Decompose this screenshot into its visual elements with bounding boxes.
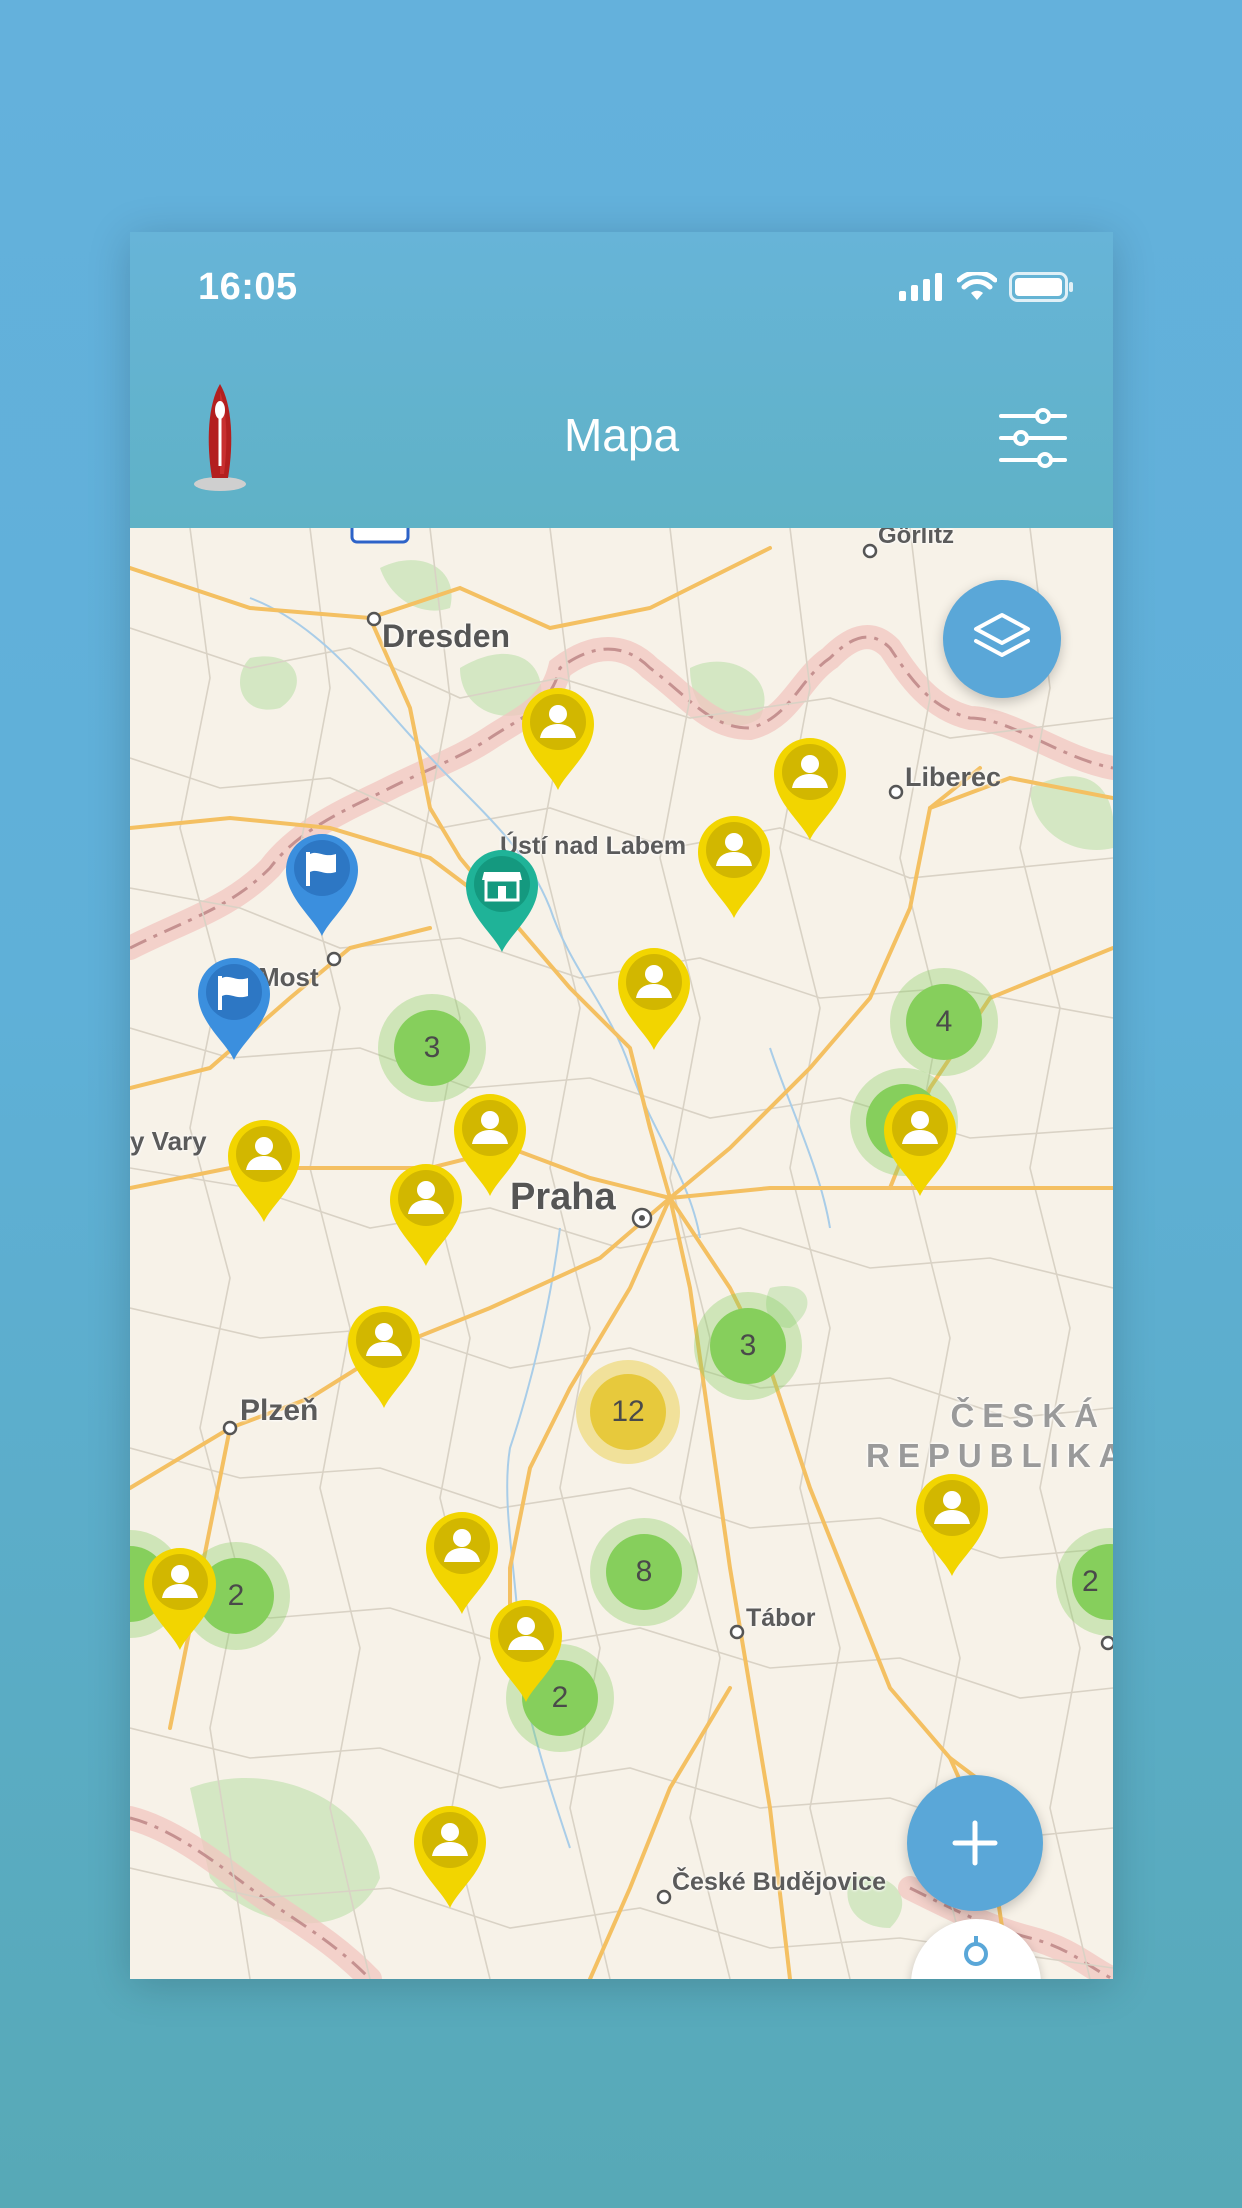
battery-icon <box>1009 272 1073 302</box>
user-pin[interactable] <box>386 1158 466 1268</box>
status-icons <box>899 272 1075 302</box>
wifi-icon <box>957 272 997 300</box>
shop-pin[interactable] <box>462 844 542 954</box>
cluster-count: 4 <box>906 984 982 1060</box>
user-pin-icon <box>698 816 770 918</box>
marker-cluster-large[interactable]: 12 <box>576 1360 680 1464</box>
user-pin-icon <box>348 1306 420 1408</box>
city-label-ceske-budejovice: České Budějovice <box>672 1868 886 1896</box>
sliders-filter-icon[interactable] <box>999 408 1067 468</box>
user-pin-icon <box>390 1164 462 1266</box>
plus-icon <box>952 1820 998 1866</box>
user-pin[interactable] <box>486 1594 566 1704</box>
city-label-dresden: Dresden <box>382 618 511 654</box>
app-header: 16:05 Mapa <box>130 232 1113 528</box>
cluster-count: 8 <box>606 1534 682 1610</box>
user-pin[interactable] <box>880 1088 960 1198</box>
cluster-count: 2 <box>1072 1544 1113 1620</box>
country-label: ČESKÁ REPUBLIKA <box>866 1397 1113 1474</box>
cellular-signal-icon <box>899 273 942 301</box>
city-label-liberec: Liberec <box>905 762 1002 792</box>
user-pin[interactable] <box>770 732 850 842</box>
add-button[interactable] <box>907 1775 1043 1911</box>
user-pin[interactable] <box>224 1114 304 1224</box>
flag-pin-icon <box>286 834 358 936</box>
user-pin[interactable] <box>614 942 694 1052</box>
shop-pin-icon <box>466 850 538 952</box>
user-pin[interactable] <box>912 1468 992 1578</box>
city-label-karlovy-vary: y Vary <box>130 1126 207 1156</box>
layers-icon <box>974 613 1030 657</box>
user-pin[interactable] <box>410 1800 490 1910</box>
flag-pin-icon <box>198 958 270 1060</box>
user-pin-icon <box>144 1548 216 1650</box>
user-pin[interactable] <box>694 810 774 920</box>
marker-cluster[interactable]: 3 <box>378 994 486 1102</box>
status-time: 16:05 <box>198 266 298 308</box>
cluster-count: 3 <box>394 1010 470 1086</box>
cluster-count: 12 <box>590 1374 666 1450</box>
club-pin[interactable] <box>194 952 274 1062</box>
layers-button[interactable] <box>943 580 1061 698</box>
marker-cluster[interactable]: 8 <box>590 1518 698 1626</box>
club-pin[interactable] <box>282 828 362 938</box>
app-screen: 16:05 Mapa Dresden Görlitz Liberec Ústí … <box>130 232 1113 1979</box>
city-label-gorlitz: Görlitz <box>878 528 954 549</box>
user-pin-icon <box>414 1806 486 1908</box>
locate-icon <box>964 1936 988 1966</box>
user-pin-icon <box>774 738 846 840</box>
user-pin-icon <box>228 1120 300 1222</box>
user-pin[interactable] <box>344 1300 424 1410</box>
user-pin-icon <box>916 1474 988 1576</box>
page-title: Mapa <box>563 409 680 461</box>
user-pin-icon <box>490 1600 562 1702</box>
user-pin-icon <box>618 948 690 1050</box>
map-base-layer <box>130 528 1113 1979</box>
user-pin-icon <box>522 688 594 790</box>
user-pin[interactable] <box>140 1542 220 1652</box>
map-view[interactable]: Dresden Görlitz Liberec Ústí nad Labem M… <box>130 528 1113 1979</box>
marker-cluster[interactable]: 3 <box>694 1292 802 1400</box>
city-label-plzen: Plzeň <box>240 1394 319 1427</box>
city-label-tabor: Tábor <box>746 1604 816 1632</box>
cluster-count: 3 <box>710 1308 786 1384</box>
marker-cluster[interactable]: 4 <box>890 968 998 1076</box>
user-pin-icon <box>884 1094 956 1196</box>
user-pin[interactable] <box>518 682 598 792</box>
